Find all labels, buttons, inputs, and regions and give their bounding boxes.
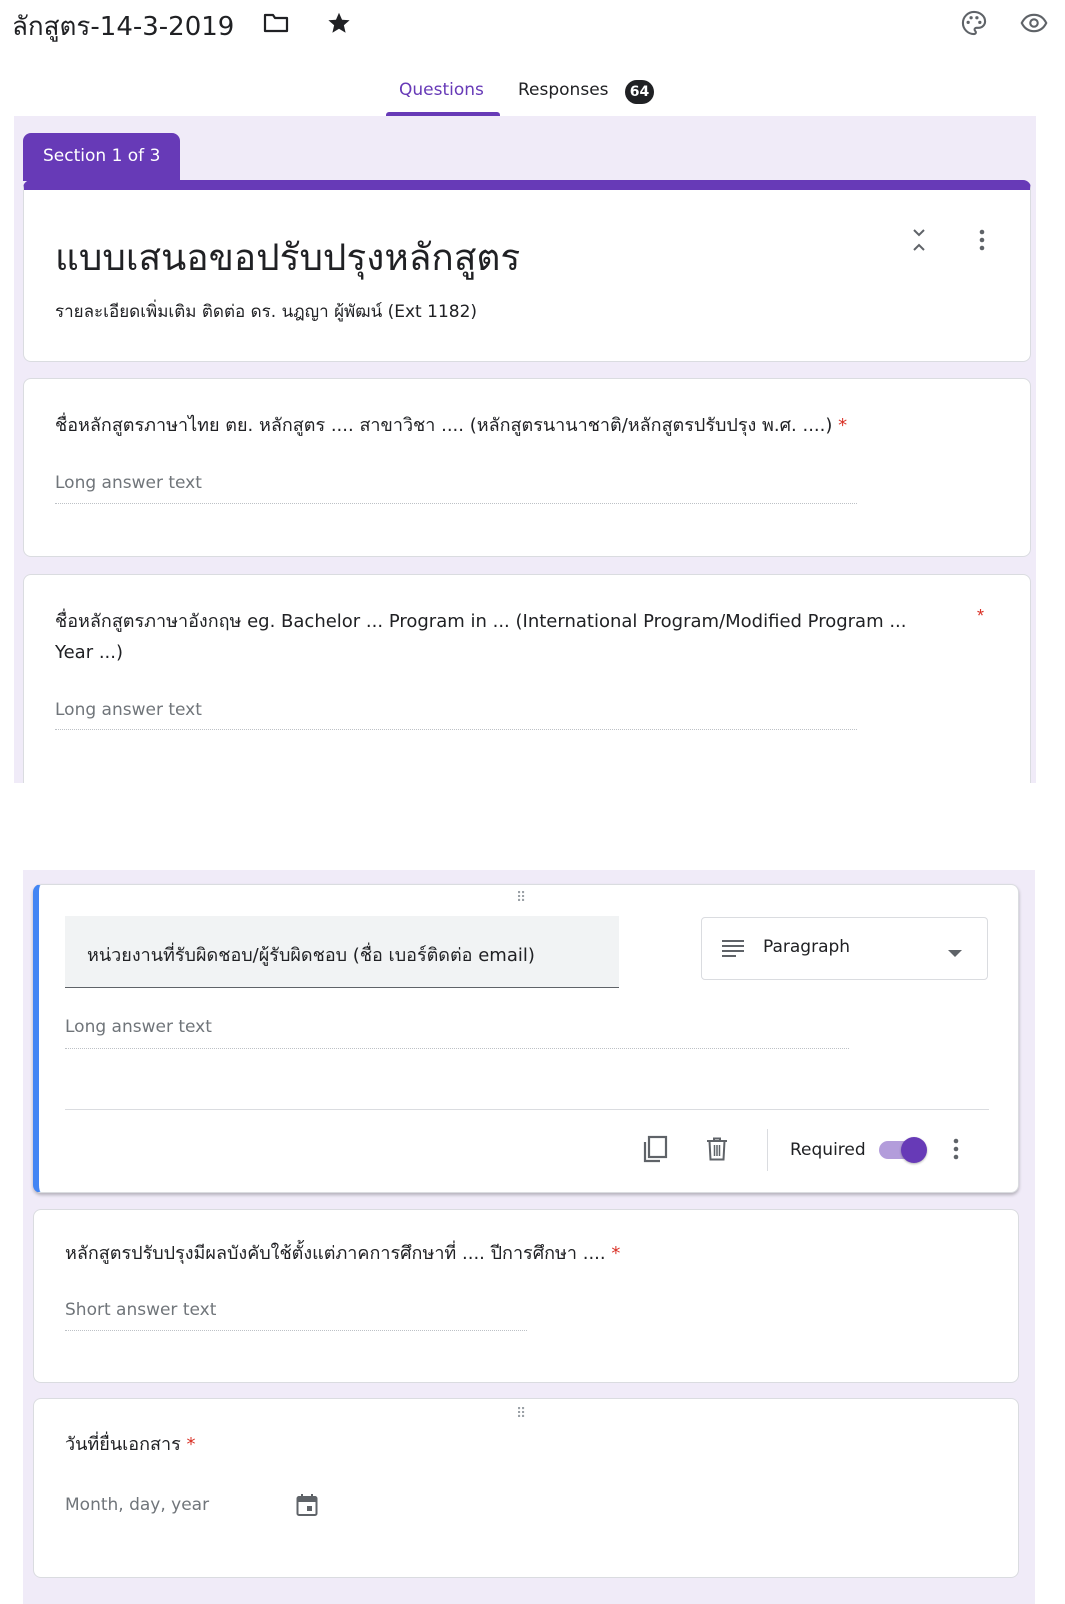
footer-vertical-divider	[767, 1129, 768, 1171]
question-title-text: วันที่ยื่นเอกสาร	[65, 1434, 181, 1455]
document-title[interactable]: ลักสูตร-14-3-2019	[12, 6, 234, 47]
answer-placeholder: Long answer text	[65, 1017, 212, 1037]
more-vert-icon[interactable]	[945, 1135, 967, 1163]
form-title[interactable]: แบบเสนอขอปรับปรุงหลักสูตร	[55, 228, 520, 287]
calendar-icon[interactable]	[293, 1491, 321, 1519]
more-vert-icon[interactable]	[969, 226, 995, 254]
drag-handle-icon[interactable]: ⠿	[516, 1405, 527, 1422]
eye-icon[interactable]	[1020, 8, 1065, 38]
question-type-label: Paragraph	[763, 937, 851, 957]
required-label: Required	[790, 1140, 866, 1160]
required-asterisk: *	[838, 415, 848, 436]
required-asterisk: *	[977, 606, 985, 626]
question-title-text: หน่วยงานที่รับผิดชอบ/ผู้รับผิดชอบ (ชื่อ …	[87, 945, 535, 966]
toggle-thumb	[901, 1137, 927, 1163]
question-title-line-1: ชื่อหลักสูตรภาษาอังกฤษ eg. Bachelor ... …	[55, 611, 907, 632]
screenshot-gap	[0, 783, 1065, 870]
tab-responses[interactable]: Responses	[518, 80, 609, 100]
collapse-section-icon[interactable]	[905, 226, 933, 254]
form-description[interactable]: รายละเอียดเพิ่มเติม ติดต่อ ดร. นฎญา ผู้พ…	[55, 298, 477, 325]
answer-placeholder: Short answer text	[65, 1300, 217, 1320]
tab-questions[interactable]: Questions	[399, 80, 484, 100]
answer-underline	[55, 729, 857, 730]
dropdown-arrow-icon	[948, 945, 962, 963]
required-asterisk: *	[611, 1243, 621, 1264]
question-title: หลักสูตรปรับปรุงมีผลบังคับใช้ตั้งแต่ภาคก…	[65, 1238, 620, 1269]
palette-icon[interactable]	[958, 8, 990, 38]
top-bar: ลักสูตร-14-3-2019	[0, 0, 1065, 50]
answer-placeholder: Long answer text	[55, 700, 202, 720]
delete-icon[interactable]	[702, 1134, 732, 1164]
answer-underline	[55, 503, 857, 504]
question-title: วันที่ยื่นเอกสาร *	[65, 1429, 196, 1460]
folder-icon[interactable]	[262, 10, 290, 36]
responses-count-badge: 64	[625, 80, 654, 104]
active-question-card[interactable]: ⠿ หน่วยงานที่รับผิดชอบ/ผู้รับผิดชอบ (ชื่…	[33, 884, 1019, 1193]
question-card[interactable]: ชื่อหลักสูตรภาษาไทย ตย. หลักสูตร .... สา…	[23, 378, 1031, 557]
paragraph-icon	[722, 939, 744, 962]
card-footer-divider	[65, 1109, 989, 1110]
question-card[interactable]: ชื่อหลักสูตรภาษาอังกฤษ eg. Bachelor ... …	[23, 574, 1031, 794]
required-toggle[interactable]	[877, 1135, 929, 1165]
duplicate-icon[interactable]	[639, 1133, 671, 1165]
answer-placeholder: Long answer text	[55, 473, 202, 493]
question-title-input[interactable]: หน่วยงานที่รับผิดชอบ/ผู้รับผิดชอบ (ชื่อ …	[65, 916, 619, 988]
question-title: ชื่อหลักสูตรภาษาไทย ตย. หลักสูตร .... สา…	[55, 410, 847, 441]
date-placeholder: Month, day, year	[65, 1495, 210, 1515]
answer-underline	[65, 1330, 527, 1331]
question-card[interactable]: ⠿ วันที่ยื่นเอกสาร * Month, day, year	[33, 1398, 1019, 1578]
question-title-text: หลักสูตรปรับปรุงมีผลบังคับใช้ตั้งแต่ภาคก…	[65, 1243, 606, 1264]
required-asterisk: *	[186, 1434, 196, 1455]
answer-underline	[65, 1048, 849, 1049]
question-title-text: ชื่อหลักสูตรภาษาไทย ตย. หลักสูตร .... สา…	[55, 415, 833, 436]
question-type-dropdown[interactable]: Paragraph	[701, 917, 988, 980]
drag-handle-icon[interactable]: ⠿	[516, 889, 527, 906]
form-header-card[interactable]: แบบเสนอขอปรับปรุงหลักสูตร รายละเอียดเพิ่…	[23, 180, 1031, 362]
question-title-line-2: Year ...)	[55, 642, 124, 663]
question-card[interactable]: หลักสูตรปรับปรุงมีผลบังคับใช้ตั้งแต่ภาคก…	[33, 1209, 1019, 1383]
section-label: Section 1 of 3	[23, 133, 180, 181]
star-icon[interactable]	[324, 8, 354, 38]
